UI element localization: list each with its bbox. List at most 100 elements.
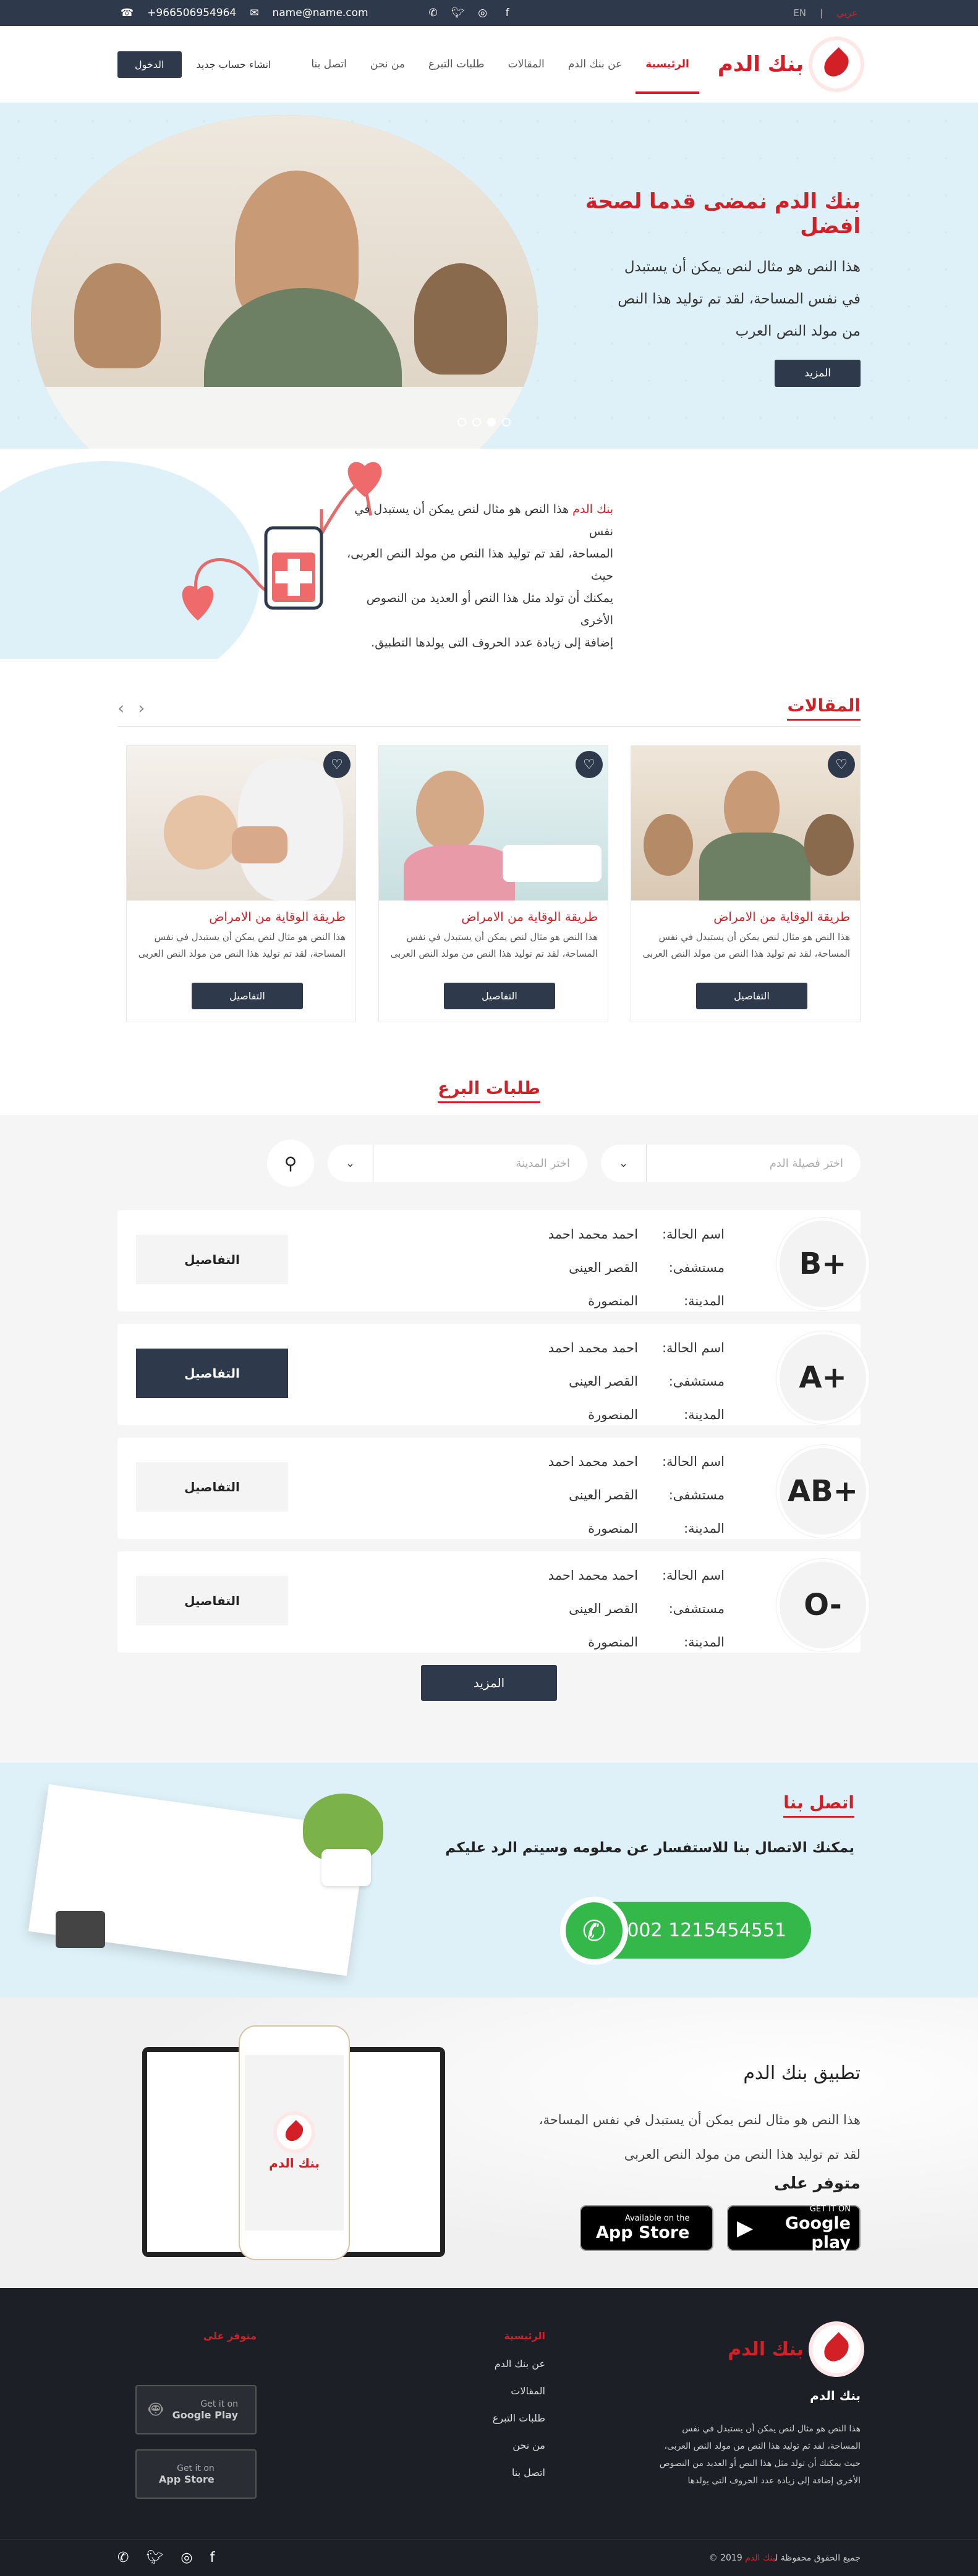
footer-about: بنك الدم بنك الدم هذا النص هو مثال لنص ي… bbox=[650, 2325, 861, 2489]
search-button[interactable]: ⚲ bbox=[267, 1140, 314, 1187]
hero-text: بنك الدم نمضى قدما لصحة افضل هذا النص هو… bbox=[551, 189, 861, 387]
contact-info: ☎ +966506954964 ✉ name@name.com ✆ 🐦︎ ◎ f bbox=[121, 7, 514, 19]
label-hospital: مستشفى: bbox=[668, 1374, 725, 1389]
twitter-icon[interactable]: 🐦︎ bbox=[146, 2550, 163, 2565]
blood-type-select[interactable]: اختر فصيلة الدم ⌄ bbox=[601, 1145, 861, 1182]
contact-title: اتصل بنا bbox=[783, 1792, 854, 1818]
request-info: اسم الحالة: احمد محمد احمد مستشفى: القصر ا… bbox=[548, 1559, 725, 1659]
blood-drop-icon bbox=[819, 47, 854, 82]
footer-link[interactable]: من نحن bbox=[493, 2439, 545, 2451]
top-phone[interactable]: +966506954964 bbox=[147, 7, 236, 19]
nav-home[interactable]: الرئيسية bbox=[636, 35, 699, 94]
nav-contact[interactable]: اتصل بنا bbox=[307, 35, 351, 94]
label-city: المدينة: bbox=[684, 1294, 725, 1308]
footer-link[interactable]: عن بنك الدم bbox=[493, 2358, 545, 2370]
appstore-small: Available on the bbox=[624, 2214, 690, 2223]
slider-dots bbox=[457, 418, 511, 426]
request-info: اسم الحالة: احمد محمد احمد مستشفى: القصر ا… bbox=[548, 1445, 725, 1545]
request-details-button[interactable]: التفاصيل bbox=[136, 1235, 288, 1284]
footer-brand[interactable]: بنك الدم bbox=[650, 2325, 861, 2373]
requests-more: المزيد bbox=[117, 1665, 861, 1701]
article-title[interactable]: طريقة الوقاية من الامراض bbox=[641, 909, 850, 924]
article-card: ♡ طريقة الوقاية من الامراض هذا النص هو م… bbox=[378, 745, 608, 1022]
request-details-button[interactable]: التفاصيل bbox=[136, 1349, 288, 1398]
slide-dot[interactable] bbox=[472, 418, 481, 426]
footer-links: الرئيسية عن بنك الدم المقالات طلبات التب… bbox=[493, 2330, 545, 2494]
favorite-heart-icon[interactable]: ♡ bbox=[828, 751, 855, 778]
slide-dot[interactable] bbox=[457, 418, 466, 426]
patient-name: احمد محمد احمد bbox=[548, 1454, 638, 1469]
footer-brand-name: بنك الدم bbox=[728, 2338, 804, 2360]
phone-brand-name: بنك الدم bbox=[269, 2156, 320, 2171]
pot-illustration bbox=[321, 1849, 371, 1886]
lang-en[interactable]: EN bbox=[793, 7, 806, 19]
request-details-button[interactable]: التفاصيل bbox=[136, 1576, 288, 1625]
label-name: اسم الحالة: bbox=[661, 1568, 725, 1583]
city-name: المنصورة bbox=[588, 1635, 638, 1650]
brand[interactable]: بنك الدم bbox=[718, 40, 861, 88]
blood-type-badge: O- bbox=[776, 1559, 869, 1651]
next-arrow-icon[interactable]: › bbox=[138, 698, 145, 718]
auth-area: انشاء حساب جديد الدخول bbox=[117, 51, 271, 78]
blood-type-badge: A+ bbox=[776, 1331, 869, 1424]
article-image: ♡ bbox=[631, 746, 860, 900]
articles-arrows: ‹ › bbox=[117, 698, 145, 718]
city-name: المنصورة bbox=[588, 1521, 638, 1536]
footer-link[interactable]: طلبات التبرع bbox=[493, 2412, 545, 2424]
lang-ar[interactable]: عربي bbox=[836, 7, 857, 19]
facebook-icon[interactable]: f bbox=[501, 7, 514, 19]
gplay-big: Google play bbox=[785, 2213, 851, 2252]
instagram-icon[interactable]: ◎ bbox=[181, 2550, 192, 2565]
app-store-badge[interactable]: Available on the App Store bbox=[580, 2205, 713, 2251]
login-button[interactable]: الدخول bbox=[117, 51, 182, 78]
whatsapp-phone-button[interactable]: ✆ +002 1215454551 bbox=[560, 1897, 811, 1965]
label-hospital: مستشفى: bbox=[668, 1601, 725, 1616]
copyright-year: 2019 © bbox=[708, 2553, 742, 2563]
register-link[interactable]: انشاء حساب جديد bbox=[197, 59, 271, 70]
articles-title: المقالات bbox=[787, 695, 861, 721]
article-details-button[interactable]: التفاصيل bbox=[444, 983, 555, 1009]
top-bar: ☎ +966506954964 ✉ name@name.com ✆ 🐦︎ ◎ f… bbox=[0, 0, 978, 26]
article-details-button[interactable]: التفاصيل bbox=[696, 983, 807, 1009]
nav-who[interactable]: من نحن bbox=[367, 35, 409, 94]
footer-app-store[interactable]: Get it on App Store bbox=[135, 2449, 257, 2499]
city-placeholder: اختر المدينة bbox=[516, 1156, 570, 1170]
whatsapp-icon[interactable]: ✆ bbox=[427, 7, 440, 19]
footer-link[interactable]: المقالات bbox=[493, 2385, 545, 2397]
articles-section: المقالات ‹ › ♡ طريقة الوقاية من الامراض … bbox=[0, 659, 978, 1078]
nav-requests[interactable]: طلبات التبرع bbox=[425, 35, 488, 94]
footer-social: ✆ 🐦︎ ◎ f bbox=[117, 2550, 215, 2565]
copyright: جميع الحقوق محفوظة لبنك الدم 2019 © bbox=[709, 2553, 861, 2563]
favorite-heart-icon[interactable]: ♡ bbox=[323, 751, 351, 778]
article-details-button[interactable]: التفاصيل bbox=[192, 983, 303, 1009]
language-switch: EN | عربي bbox=[793, 7, 857, 19]
footer-appstore-big: App Store bbox=[159, 2473, 215, 2485]
footer-links-title[interactable]: الرئيسية bbox=[493, 2330, 546, 2342]
about-highlight: بنك الدم bbox=[572, 502, 613, 516]
city-select[interactable]: اختر المدينة ⌄ bbox=[328, 1145, 587, 1182]
label-city: المدينة: bbox=[684, 1635, 725, 1650]
requests-more-button[interactable]: المزيد bbox=[421, 1665, 557, 1701]
article-title[interactable]: طريقة الوقاية من الامراض bbox=[137, 909, 346, 924]
facebook-icon[interactable]: f bbox=[210, 2550, 215, 2565]
request-details-button[interactable]: التفاصيل bbox=[136, 1462, 288, 1512]
hero-more-button[interactable]: المزيد bbox=[775, 360, 861, 387]
twitter-icon[interactable]: 🐦︎ bbox=[451, 7, 465, 19]
hero-line: هذا النص هو مثال لنص يمكن أن يستبدل bbox=[624, 259, 861, 275]
footer-google-play[interactable]: 🤖︎ Get it on Google Play bbox=[135, 2385, 257, 2434]
whatsapp-icon[interactable]: ✆ bbox=[117, 2550, 129, 2565]
slide-dot-active[interactable] bbox=[487, 418, 496, 426]
footer-link[interactable]: اتصل بنا bbox=[493, 2467, 545, 2478]
prev-arrow-icon[interactable]: ‹ bbox=[117, 698, 124, 718]
instagram-icon[interactable]: ◎ bbox=[476, 7, 490, 19]
favorite-heart-icon[interactable]: ♡ bbox=[576, 751, 603, 778]
available-on: متوفر على bbox=[774, 2174, 861, 2193]
article-title[interactable]: طريقة الوقاية من الامراض bbox=[389, 909, 598, 924]
google-play-badge[interactable]: ▶ GET IT ON Google play bbox=[727, 2205, 861, 2252]
nav-articles[interactable]: المقالات bbox=[504, 35, 548, 94]
top-email[interactable]: name@name.com bbox=[272, 7, 368, 19]
nav-about[interactable]: عن بنك الدم bbox=[564, 35, 626, 94]
about-text: بنك الدم هذا النص هو مثال لنص يمكن أن يس… bbox=[335, 498, 613, 659]
slide-dot[interactable] bbox=[502, 418, 511, 426]
mail-icon: ✉ bbox=[250, 7, 259, 19]
